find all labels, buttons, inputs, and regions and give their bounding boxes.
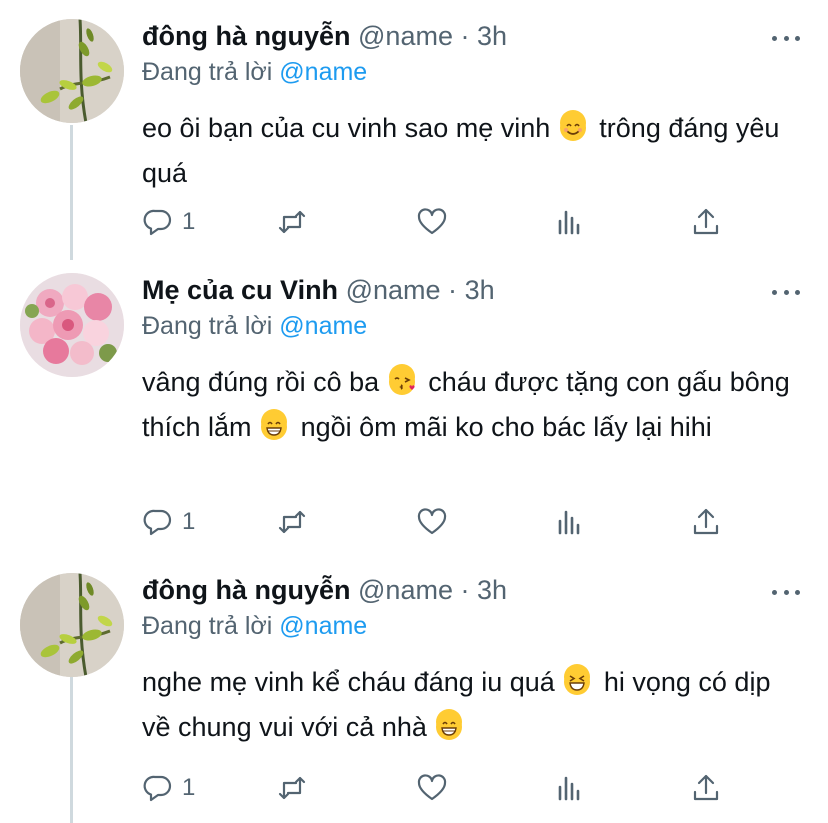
retweet-icon (278, 210, 306, 234)
like-button[interactable] (416, 768, 448, 808)
tweet-actions: 1 (142, 502, 742, 542)
like-button[interactable] (416, 202, 448, 242)
separator-dot: · (460, 575, 470, 605)
share-button[interactable] (690, 502, 722, 542)
avatar[interactable] (20, 273, 124, 377)
like-button[interactable] (416, 502, 448, 542)
tweet-header: đông hà nguyễn @name · 3h (142, 18, 507, 54)
tweet-text-part: ngồi ôm mãi ko cho bác lấy lại hihi (300, 412, 712, 442)
tweet-actions: 1 (142, 202, 742, 242)
mention-link[interactable]: @name (279, 312, 367, 340)
share-icon (693, 774, 719, 801)
user-handle[interactable]: @name (346, 275, 441, 305)
retweet-button[interactable] (276, 768, 308, 808)
separator-dot: · (460, 21, 470, 51)
tweet[interactable]: đông hà nguyễn @name · 3h Đang trả lời @… (0, 0, 828, 262)
reply-button[interactable]: 1 (142, 768, 195, 808)
timestamp[interactable]: 3h (477, 575, 507, 605)
reply-icon (143, 775, 172, 802)
analytics-button[interactable] (554, 202, 586, 242)
retweet-icon (278, 776, 306, 800)
analytics-button[interactable] (554, 768, 586, 808)
retweet-button[interactable] (276, 502, 308, 542)
replying-to-label: Đang trả lời (142, 312, 273, 340)
grinning-face-icon (261, 409, 288, 440)
replying-to: Đang trả lời @name (142, 609, 367, 643)
tweet-text: eo ôi bạn của cu vinh sao mẹ vinh trông … (142, 106, 792, 196)
heart-icon (417, 508, 447, 535)
share-button[interactable] (690, 768, 722, 808)
more-options-icon[interactable] (772, 278, 800, 306)
tweet-actions: 1 (142, 768, 742, 808)
separator-dot: · (448, 275, 458, 305)
smiling-face-icon (559, 110, 586, 141)
retweet-icon (278, 510, 306, 534)
tweet-text-part: vâng đúng rồi cô ba (142, 367, 380, 397)
analytics-button[interactable] (554, 502, 586, 542)
analytics-icon (558, 210, 580, 235)
share-button[interactable] (690, 202, 722, 242)
avatar[interactable] (20, 573, 124, 677)
reply-icon (143, 209, 172, 236)
timestamp[interactable]: 3h (465, 275, 495, 305)
display-name[interactable]: đông hà nguyễn (142, 21, 351, 51)
tweet-text: nghe mẹ vinh kể cháu đáng iu quá hi vọng… (142, 660, 792, 750)
display-name[interactable]: Mẹ của cu Vinh (142, 275, 338, 305)
retweet-button[interactable] (276, 202, 308, 242)
reply-count: 1 (182, 208, 196, 235)
kissing-face-icon (388, 364, 415, 395)
reply-button[interactable]: 1 (142, 502, 195, 542)
reply-button[interactable]: 1 (142, 202, 195, 242)
replying-to-label: Đang trả lời (142, 612, 273, 640)
tweet-header: Mẹ của cu Vinh @name · 3h (142, 272, 495, 308)
reply-count: 1 (182, 508, 196, 535)
user-handle[interactable]: @name (358, 575, 453, 605)
timestamp[interactable]: 3h (477, 21, 507, 51)
more-options-icon[interactable] (772, 24, 800, 52)
grinning-face-icon (436, 709, 463, 740)
replying-to-label: Đang trả lời (142, 58, 273, 86)
tweet-text: vâng đúng rồi cô ba cháu được tặng con g… (142, 360, 792, 450)
reply-icon (143, 509, 172, 536)
laughing-face-icon (564, 664, 591, 695)
share-icon (693, 208, 719, 235)
mention-link[interactable]: @name (279, 612, 367, 640)
heart-icon (417, 774, 447, 801)
reply-count: 1 (182, 774, 196, 801)
heart-icon (417, 208, 447, 235)
analytics-icon (558, 776, 580, 801)
flower-bouquet-icon (20, 273, 124, 377)
tweet-text-part: eo ôi bạn của cu vinh sao mẹ vinh (142, 113, 551, 143)
tweet[interactable]: đông hà nguyễn @name · 3h Đang trả lời @… (0, 562, 828, 823)
mention-link[interactable]: @name (279, 58, 367, 86)
leaf-branch-icon (20, 19, 124, 123)
tweet-header: đông hà nguyễn @name · 3h (142, 572, 507, 608)
replying-to: Đang trả lời @name (142, 309, 367, 343)
leaf-branch-icon (20, 573, 124, 677)
display-name[interactable]: đông hà nguyễn (142, 575, 351, 605)
user-handle[interactable]: @name (358, 21, 453, 51)
analytics-icon (558, 510, 580, 535)
tweet[interactable]: Mẹ của cu Vinh @name · 3h Đang trả lời @… (0, 262, 828, 562)
more-options-icon[interactable] (772, 578, 800, 606)
avatar[interactable] (20, 19, 124, 123)
replying-to: Đang trả lời @name (142, 55, 367, 89)
tweet-text-part: nghe mẹ vinh kể cháu đáng iu quá (142, 667, 555, 697)
share-icon (693, 508, 719, 535)
